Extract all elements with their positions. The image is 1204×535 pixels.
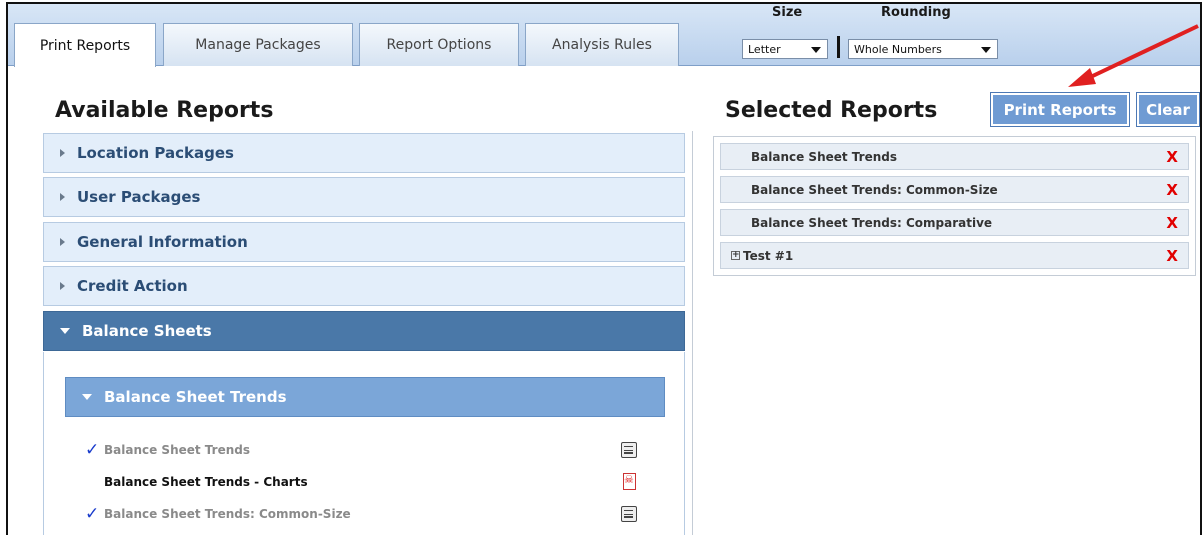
size-value: Letter bbox=[748, 42, 781, 56]
tab-manage-packages[interactable]: Manage Packages bbox=[163, 23, 353, 66]
checkmark-icon: ✓ bbox=[85, 503, 100, 524]
chevron-down-icon bbox=[60, 328, 70, 334]
report-name[interactable]: Balance Sheet Trends - Charts bbox=[104, 475, 308, 489]
list-item: Balance Sheet Trends - Charts bbox=[85, 472, 308, 492]
tab-report-options[interactable]: Report Options bbox=[359, 23, 519, 66]
rounding-label: Rounding bbox=[881, 5, 951, 20]
subsection-label: Balance Sheet Trends bbox=[104, 388, 287, 406]
app-window: Print Reports Manage Packages Report Opt… bbox=[6, 2, 1202, 535]
print-reports-button[interactable]: Print Reports bbox=[990, 92, 1130, 127]
selected-item: Balance Sheet Trends: Common-Size X bbox=[720, 176, 1189, 203]
expand-icon[interactable]: + bbox=[731, 251, 740, 260]
top-toolbar: Print Reports Manage Packages Report Opt… bbox=[8, 4, 1200, 67]
section-location-packages[interactable]: Location Packages bbox=[43, 133, 685, 173]
list-item: ✓ Balance Sheet Trends: Common-Size bbox=[85, 504, 351, 524]
clear-button[interactable]: Clear bbox=[1136, 92, 1200, 127]
section-label: General Information bbox=[77, 233, 248, 251]
section-label: Credit Action bbox=[77, 277, 188, 295]
selected-item-label: Balance Sheet Trends bbox=[751, 149, 898, 164]
divider bbox=[837, 36, 840, 58]
size-label: Size bbox=[772, 5, 803, 20]
selected-reports-panel: Balance Sheet Trends X Balance Sheet Tre… bbox=[713, 136, 1196, 276]
section-label: User Packages bbox=[77, 188, 201, 206]
selected-item: Balance Sheet Trends: Comparative X bbox=[720, 209, 1189, 236]
chevron-right-icon bbox=[60, 149, 65, 157]
size-select[interactable]: Letter bbox=[742, 39, 828, 59]
remove-icon[interactable]: X bbox=[1166, 247, 1178, 265]
section-label: Location Packages bbox=[77, 144, 234, 162]
selected-item-label: Balance Sheet Trends: Comparative bbox=[751, 215, 993, 230]
tab-print-reports[interactable]: Print Reports bbox=[14, 23, 156, 67]
section-general-information[interactable]: General Information bbox=[43, 222, 685, 262]
remove-icon[interactable]: X bbox=[1166, 181, 1178, 199]
balance-sheets-content: Balance Sheet Trends ✓ Balance Sheet Tre… bbox=[43, 352, 685, 535]
chevron-right-icon bbox=[60, 238, 65, 246]
report-name[interactable]: Balance Sheet Trends: Common-Size bbox=[104, 507, 351, 521]
chevron-down-icon bbox=[82, 394, 92, 400]
available-reports-title: Available Reports bbox=[55, 98, 274, 123]
checkmark-icon: ✓ bbox=[85, 439, 100, 460]
print-icon[interactable] bbox=[621, 506, 637, 522]
rounding-select[interactable]: Whole Numbers bbox=[848, 39, 998, 59]
available-reports-panel: Location Packages User Packages General … bbox=[43, 131, 693, 535]
remove-icon[interactable]: X bbox=[1166, 148, 1178, 166]
tab-analysis-rules[interactable]: Analysis Rules bbox=[525, 23, 679, 66]
annotation-arrow-icon bbox=[1068, 24, 1199, 87]
pdf-icon[interactable] bbox=[623, 473, 636, 490]
chevron-right-icon bbox=[60, 282, 65, 290]
subsection-balance-sheet-trends[interactable]: Balance Sheet Trends bbox=[65, 377, 665, 417]
selected-reports-title: Selected Reports bbox=[725, 98, 938, 123]
selected-item: + Test #1 X bbox=[720, 242, 1189, 269]
section-user-packages[interactable]: User Packages bbox=[43, 177, 685, 217]
selected-item: Balance Sheet Trends X bbox=[720, 143, 1189, 170]
section-label: Balance Sheets bbox=[82, 322, 212, 340]
remove-icon[interactable]: X bbox=[1166, 214, 1178, 232]
selected-item-label: Balance Sheet Trends: Common-Size bbox=[751, 182, 998, 197]
chevron-right-icon bbox=[60, 193, 65, 201]
print-icon[interactable] bbox=[621, 442, 637, 458]
list-item: ✓ Balance Sheet Trends bbox=[85, 440, 250, 460]
selected-item-label: Test #1 bbox=[743, 248, 794, 263]
section-credit-action[interactable]: Credit Action bbox=[43, 266, 685, 306]
chevron-down-icon bbox=[811, 47, 821, 53]
chevron-down-icon bbox=[981, 47, 991, 53]
report-name[interactable]: Balance Sheet Trends bbox=[104, 443, 250, 457]
section-balance-sheets[interactable]: Balance Sheets bbox=[43, 311, 685, 351]
rounding-value: Whole Numbers bbox=[854, 42, 942, 56]
